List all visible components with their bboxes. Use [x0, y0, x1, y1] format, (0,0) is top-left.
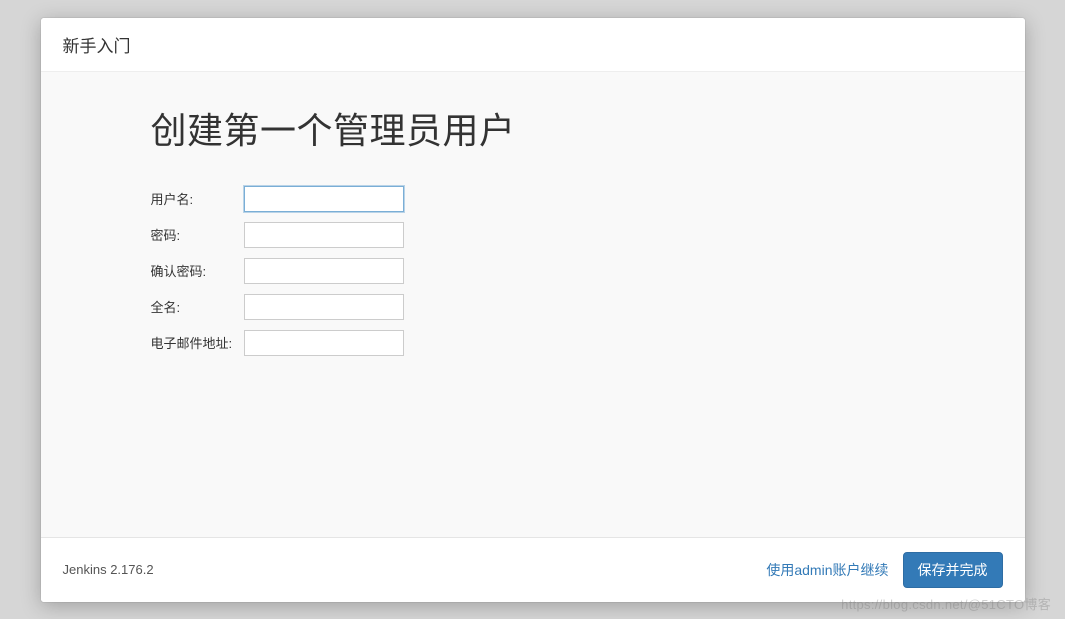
confirm-password-label: 确认密码: — [151, 258, 245, 284]
field-row-email: 电子邮件地址: — [151, 330, 405, 356]
modal-body: 创建第一个管理员用户 用户名: 密码: 确认密码: 全名: — [41, 72, 1025, 537]
confirm-password-input[interactable] — [244, 258, 404, 284]
setup-wizard-modal: 新手入门 创建第一个管理员用户 用户名: 密码: 确认密码: 全名: — [41, 18, 1025, 602]
continue-as-admin-button[interactable]: 使用admin账户继续 — [766, 560, 888, 580]
username-input[interactable] — [244, 186, 404, 212]
field-row-username: 用户名: — [151, 186, 405, 212]
page-heading: 创建第一个管理员用户 — [151, 102, 1025, 154]
field-row-fullname: 全名: — [151, 294, 405, 320]
modal-title: 新手入门 — [63, 32, 1003, 57]
field-row-password: 密码: — [151, 222, 405, 248]
password-label: 密码: — [151, 222, 245, 248]
password-input[interactable] — [244, 222, 404, 248]
email-input[interactable] — [244, 330, 404, 356]
admin-user-form: 用户名: 密码: 确认密码: 全名: 电子邮件地址: — [151, 176, 405, 366]
field-row-confirm-password: 确认密码: — [151, 258, 405, 284]
form-container: 创建第一个管理员用户 用户名: 密码: 确认密码: 全名: — [151, 102, 1025, 366]
version-label: Jenkins 2.176.2 — [63, 562, 154, 577]
fullname-input[interactable] — [244, 294, 404, 320]
footer-actions: 使用admin账户继续 保存并完成 — [766, 552, 1002, 588]
fullname-label: 全名: — [151, 294, 245, 320]
username-label: 用户名: — [151, 186, 245, 212]
modal-header: 新手入门 — [41, 18, 1025, 72]
save-and-finish-button[interactable]: 保存并完成 — [903, 552, 1003, 588]
modal-footer: Jenkins 2.176.2 使用admin账户继续 保存并完成 — [41, 537, 1025, 602]
email-label: 电子邮件地址: — [151, 330, 245, 356]
